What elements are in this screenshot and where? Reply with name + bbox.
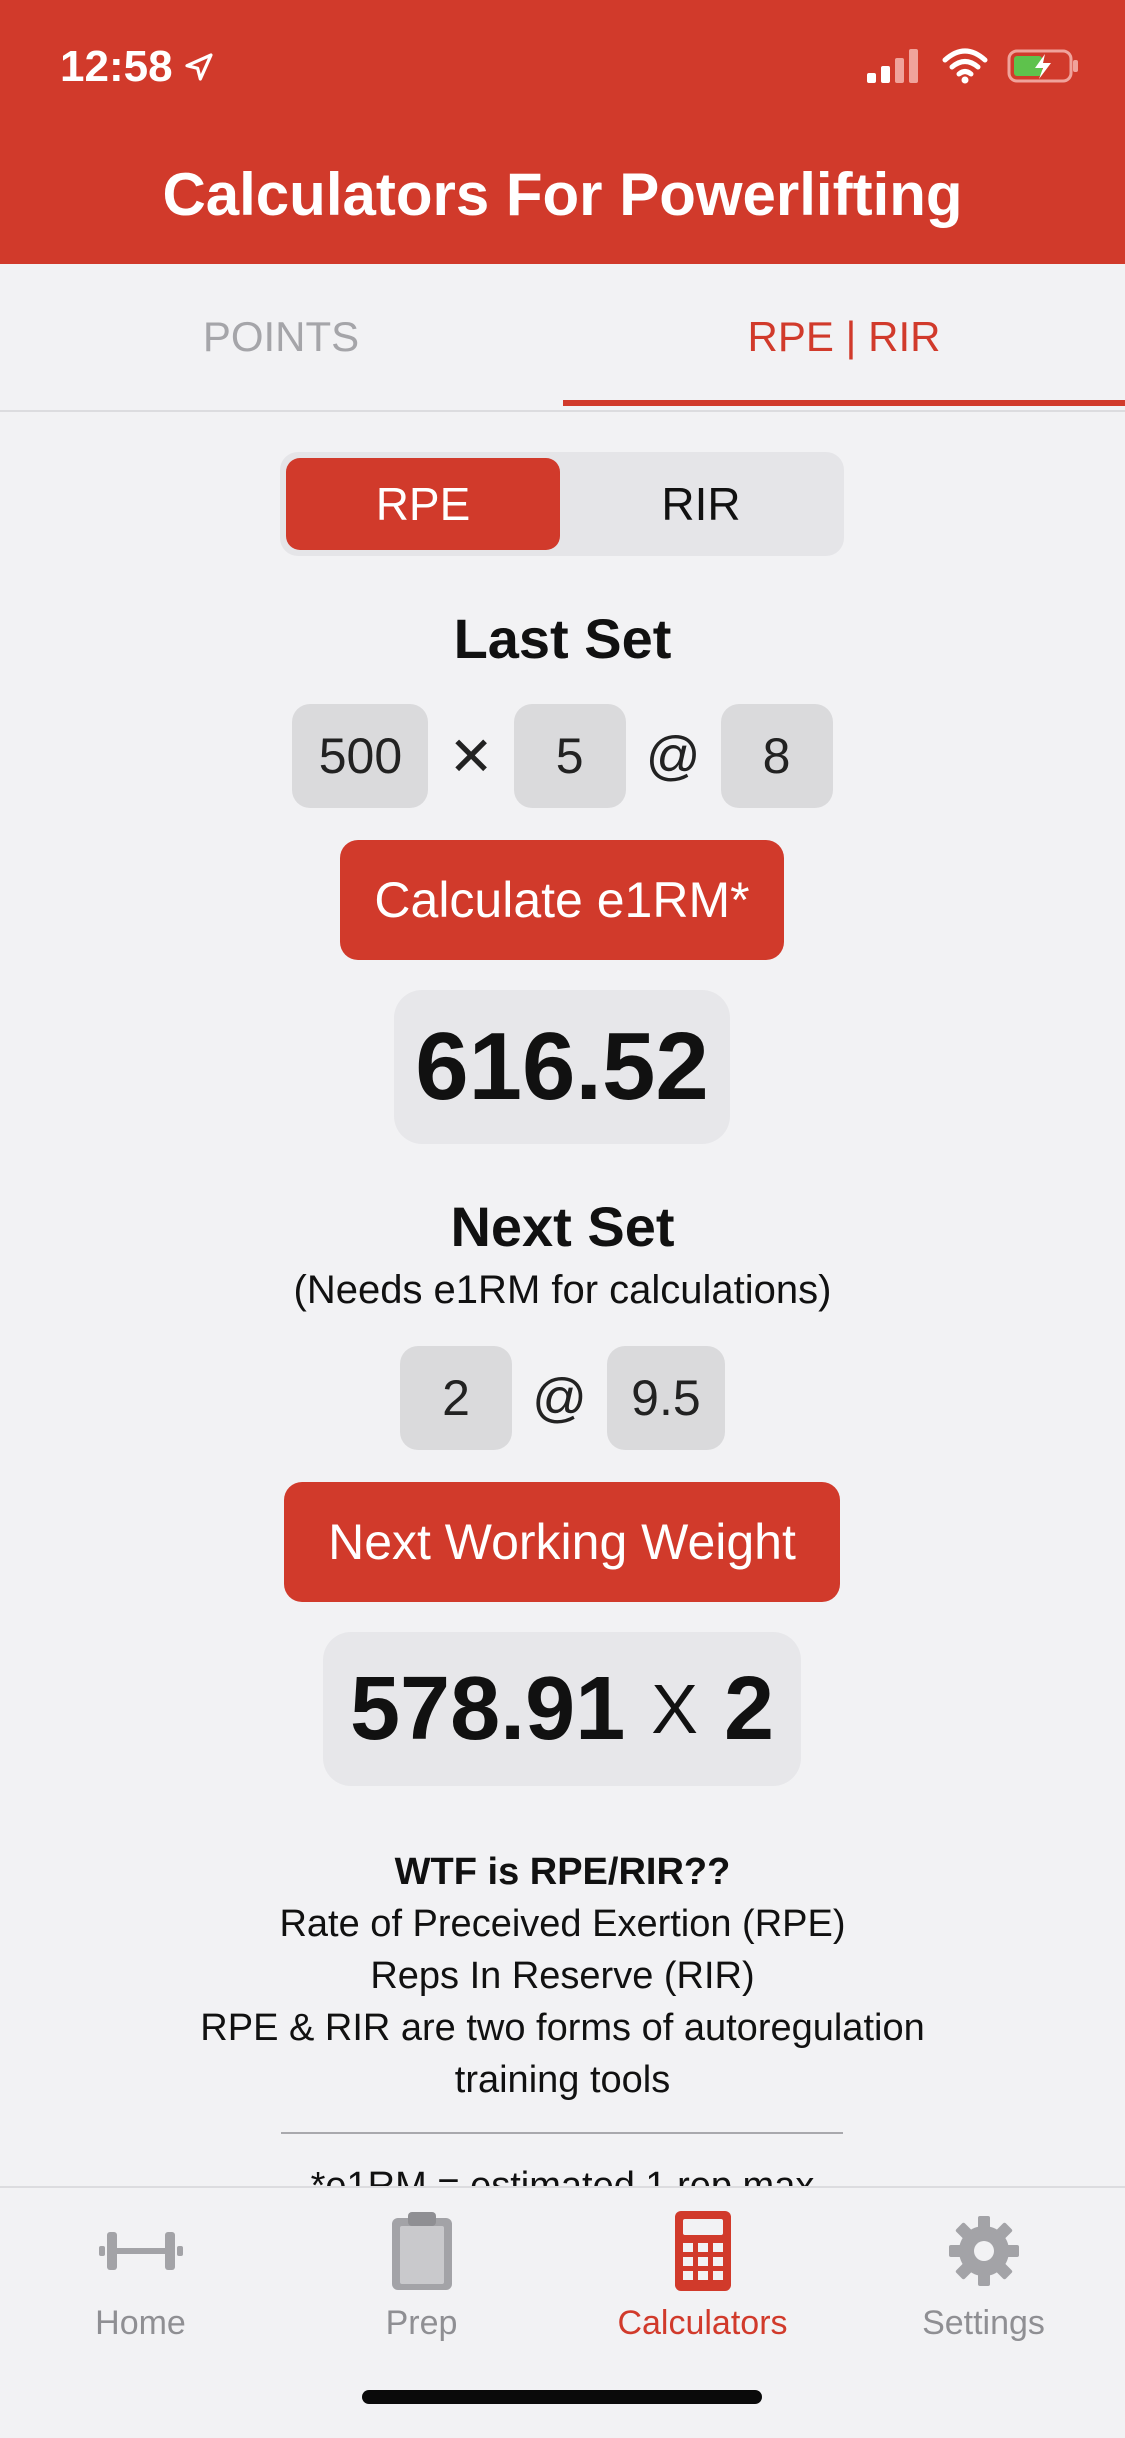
next-set-inputs: 2 @ 9.5 <box>0 1346 1125 1450</box>
last-set-title: Last Set <box>453 607 672 670</box>
clipboard-icon <box>391 2212 452 2290</box>
next-set-subtitle: (Needs e1RM for calculations) <box>293 1268 832 1312</box>
nav-calculators-label: Calculators <box>617 2304 788 2342</box>
rpe-input[interactable]: 8 <box>720 704 833 808</box>
dumbbell-icon <box>98 2232 183 2270</box>
active-tab-underline <box>563 400 1125 406</box>
last-set-inputs: 500 ✕ 5 @ 8 <box>0 704 1125 808</box>
next-set-title: Next Set <box>450 1195 675 1258</box>
segment-rir[interactable]: RIR <box>564 458 838 550</box>
gear-icon <box>948 2216 1019 2286</box>
info-heading: WTF is RPE/RIR?? <box>394 1851 731 1893</box>
segment-rpe[interactable]: RPE <box>286 458 560 550</box>
nav-home[interactable]: Home <box>0 2200 281 2360</box>
home-indicator <box>362 2390 762 2404</box>
status-time-text: 12:58 <box>60 42 173 91</box>
app-header: 12:58 Calculators For Powerlifting <box>0 0 1125 264</box>
times-symbol: ✕ <box>448 726 494 787</box>
app-title: Calculators For Powerlifting <box>162 161 963 228</box>
top-tabs: POINTS RPE | RIR <box>0 264 1125 412</box>
rpe-definition-link[interactable]: Rate of Preceived Exertion (RPE) <box>0 1898 1125 1950</box>
nav-settings[interactable]: Settings <box>843 2200 1124 2360</box>
rpe-rir-segmented-control: RPE RIR <box>280 452 844 556</box>
calculator-icon <box>674 2211 731 2291</box>
next-weight-reps: 2 <box>723 1658 775 1759</box>
signal-icon <box>867 49 918 83</box>
battery-icon <box>1007 49 1078 83</box>
nav-home-label: Home <box>95 2304 186 2342</box>
status-icons <box>867 48 1081 84</box>
nav-prep-label: Prep <box>385 2304 458 2342</box>
tab-points[interactable]: POINTS <box>0 264 562 410</box>
location-arrow-icon <box>184 53 213 81</box>
nav-prep[interactable]: Prep <box>281 2200 562 2360</box>
wifi-icon <box>942 48 988 84</box>
e1rm-result: 616.52 <box>394 990 730 1144</box>
next-weight-result: 578.91 X 2 <box>323 1632 801 1786</box>
at-symbol: @ <box>645 726 701 786</box>
calculate-e1rm-button[interactable]: Calculate e1RM* <box>340 840 784 960</box>
next-working-weight-button[interactable]: Next Working Weight <box>284 1482 840 1602</box>
nav-calculators[interactable]: Calculators <box>562 2200 843 2360</box>
info-description: RPE & RIR are two forms of autoregulatio… <box>200 2007 925 2101</box>
result-x-symbol: X <box>651 1670 698 1748</box>
next-weight-value: 578.91 <box>349 1658 626 1759</box>
status-time: 12:58 <box>60 42 215 92</box>
tab-rpe-rir[interactable]: RPE | RIR <box>563 264 1125 410</box>
info-divider <box>281 2132 843 2134</box>
reps-input[interactable]: 5 <box>513 704 626 808</box>
next-reps-input[interactable]: 2 <box>400 1346 513 1450</box>
rir-definition-link[interactable]: Reps In Reserve (RIR) <box>0 1950 1125 2002</box>
weight-input[interactable]: 500 <box>292 704 429 808</box>
next-rpe-input[interactable]: 9.5 <box>606 1346 725 1450</box>
nav-settings-label: Settings <box>922 2304 1045 2342</box>
next-at-symbol: @ <box>532 1368 587 1428</box>
